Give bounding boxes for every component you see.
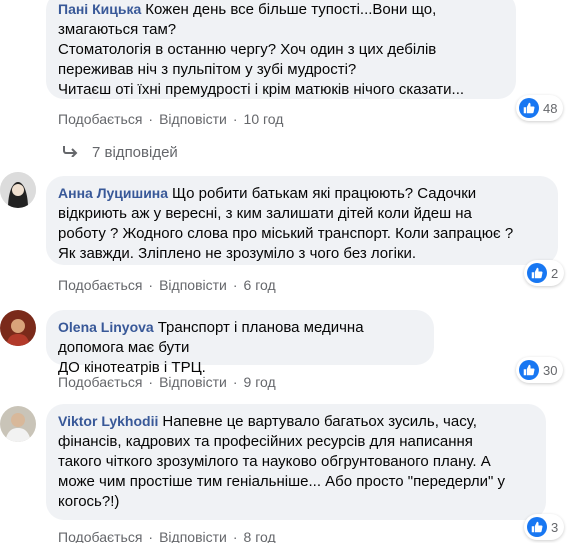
- replies-count: 7 відповідей: [92, 144, 178, 161]
- reply-button[interactable]: Відповісти: [159, 373, 227, 391]
- avatar[interactable]: [0, 310, 36, 346]
- avatar[interactable]: [0, 172, 36, 208]
- reply-button[interactable]: Відповісти: [159, 528, 227, 543]
- comment-author[interactable]: Анна Луцишина: [58, 185, 168, 201]
- separator-dot: ·: [232, 374, 238, 390]
- thumbs-up-icon: [527, 263, 547, 283]
- separator-dot: ·: [148, 277, 154, 293]
- reaction-count-badge[interactable]: 3: [524, 514, 565, 540]
- reaction-count-badge[interactable]: 2: [524, 260, 565, 286]
- reaction-count: 2: [551, 265, 559, 281]
- like-button[interactable]: Подобається: [58, 110, 142, 128]
- like-button[interactable]: Подобається: [58, 373, 142, 391]
- thumbs-up-icon: [519, 360, 539, 380]
- reaction-count-badge[interactable]: 48: [516, 95, 564, 121]
- comment-author[interactable]: Viktor Lykhodii: [58, 413, 158, 429]
- comment-time[interactable]: 6 год: [244, 276, 276, 294]
- thumbs-up-icon: [527, 517, 547, 537]
- comment-bubble: Olena Linyova Транспорт і планова медична…: [46, 310, 434, 376]
- reply-arrow-icon: [62, 143, 78, 163]
- separator-dot: ·: [232, 277, 238, 293]
- comment-time[interactable]: 8 год: [244, 528, 276, 543]
- comment-bubble: Пані Кицька Кожен день все більше тупості…: [46, 0, 516, 99]
- comment-author[interactable]: Пані Кицька: [58, 1, 141, 17]
- reply-button[interactable]: Відповісти: [159, 110, 227, 128]
- reply-button[interactable]: Відповісти: [159, 276, 227, 294]
- separator-dot: ·: [148, 374, 154, 390]
- separator-dot: ·: [232, 529, 238, 543]
- like-button[interactable]: Подобається: [58, 276, 142, 294]
- avatar[interactable]: [0, 406, 36, 442]
- separator-dot: ·: [148, 111, 154, 127]
- reaction-count-badge[interactable]: 30: [516, 357, 564, 383]
- view-replies-link[interactable]: 7 відповідей: [62, 143, 178, 163]
- comment-time[interactable]: 9 год: [244, 373, 276, 391]
- separator-dot: ·: [148, 529, 154, 543]
- like-button[interactable]: Подобається: [58, 528, 142, 543]
- comment-bubble: Viktor Lykhodii Напевне це вартувало бага…: [46, 404, 546, 520]
- separator-dot: ·: [232, 111, 238, 127]
- comment-actions: Подобається · Відповісти · 8 год: [58, 528, 276, 543]
- comment-bubble: Анна Луцишина Що робити батькам які працю…: [46, 176, 558, 265]
- comment-actions: Подобається · Відповісти · 6 год: [58, 276, 276, 294]
- comment-actions: Подобається · Відповісти · 10 год: [58, 110, 283, 128]
- thumbs-up-icon: [519, 98, 539, 118]
- comment-actions: Подобається · Відповісти · 9 год: [58, 373, 276, 391]
- reaction-count: 30: [543, 362, 558, 378]
- reaction-count: 3: [551, 519, 559, 535]
- comment-author[interactable]: Olena Linyova: [58, 319, 154, 335]
- comment-time[interactable]: 10 год: [244, 110, 284, 128]
- reaction-count: 48: [543, 100, 558, 116]
